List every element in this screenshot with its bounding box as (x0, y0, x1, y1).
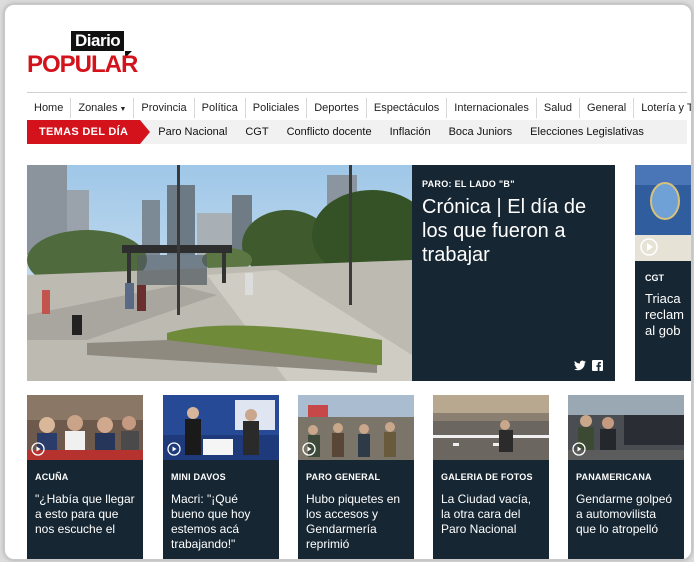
nav-item-internacionales[interactable]: Internacionales (447, 98, 537, 118)
card-photo (433, 395, 549, 460)
news-card[interactable]: PARO GENERAL Hubo piquetes en los acceso… (298, 395, 414, 559)
hero-card[interactable]: PARO: EL LADO "B" Crónica | El día de lo… (27, 165, 615, 381)
temas-bar: TEMAS DEL DÍA Paro Nacional CGT Conflict… (27, 120, 687, 144)
tema-link[interactable]: Paro Nacional (158, 126, 227, 138)
nav-item-policiales[interactable]: Policiales (246, 98, 308, 118)
peek-photo (635, 165, 691, 261)
nav-label: Lotería y Turf (641, 102, 691, 114)
nav-label: Provincia (141, 102, 187, 114)
nav-item-espectaculos[interactable]: Espectáculos (367, 98, 448, 118)
video-play-icon[interactable] (167, 442, 181, 456)
twitter-icon[interactable] (574, 360, 586, 371)
carousel-next-card[interactable]: CGT Triaca reclam al gob (635, 165, 691, 381)
nav-label: Policiales (252, 102, 300, 114)
card-kicker: ACUÑA (35, 472, 69, 482)
card-title[interactable]: Macri: "¡Qué bueno que hoy estemos acá t… (171, 492, 271, 552)
peek-title-line: Triaca (645, 291, 681, 306)
card-photo (163, 395, 279, 460)
logo-popular-text: POPULAR (27, 51, 138, 78)
nav-item-loteria[interactable]: Lotería y Turf (634, 98, 691, 118)
hero-kicker: PARO: EL LADO "B" (422, 179, 515, 189)
nav-label: Deportes (314, 102, 359, 114)
card-title[interactable]: La Ciudad vacía, la otra cara del Paro N… (441, 492, 541, 537)
nav-item-deportes[interactable]: Deportes (307, 98, 367, 118)
nav-item-home[interactable]: Home (27, 98, 72, 118)
nav-item-zonales[interactable]: Zonales ▼ (71, 98, 135, 118)
news-cards-row: ACUÑA "¿Había que llegar a esto para que… (27, 395, 691, 559)
nav-label: Política (201, 102, 238, 114)
card-title[interactable]: Gendarme golpeó a automovilista que lo a… (576, 492, 676, 537)
news-card[interactable]: ACUÑA "¿Había que llegar a esto para que… (27, 395, 143, 559)
hero-title[interactable]: Crónica | El día de los que fueron a tra… (422, 195, 605, 267)
nav-label: Espectáculos (373, 102, 440, 114)
temas-label: TEMAS DEL DÍA (27, 120, 151, 144)
tema-link[interactable]: Conflicto docente (287, 126, 372, 138)
card-photo (298, 395, 414, 460)
nav-item-salud[interactable]: Salud (537, 98, 581, 118)
nav-label: Internacionales (454, 102, 529, 114)
card-kicker: MINI DAVOS (171, 472, 226, 482)
nav-item-general[interactable]: General (580, 98, 635, 118)
video-play-icon[interactable] (31, 442, 45, 456)
video-play-icon[interactable] (302, 442, 316, 456)
tema-link[interactable]: Boca Juniors (449, 126, 513, 138)
card-kicker: PARO GENERAL (306, 472, 381, 482)
card-photo (27, 395, 143, 460)
hero-photo (27, 165, 412, 381)
nav-label: Home (34, 102, 64, 114)
news-card[interactable]: PANAMERICANA Gendarme golpeó a automovil… (568, 395, 684, 559)
facebook-icon[interactable] (592, 360, 603, 371)
tema-link[interactable]: Inflación (390, 126, 431, 138)
card-photo (568, 395, 684, 460)
nav-label: General (587, 102, 627, 114)
nav-label: Salud (543, 102, 573, 114)
share-icons (574, 360, 603, 371)
caret-down-icon: ▼ (119, 106, 127, 113)
tema-link[interactable]: CGT (245, 126, 268, 138)
browser-frame: Diario POPULAR Home Zonales ▼ Provincia P… (4, 4, 692, 560)
nav-label: Zonales (78, 102, 118, 114)
nav-item-provincia[interactable]: Provincia (134, 98, 195, 118)
peek-kicker: CGT (645, 273, 664, 283)
hero-text-panel: PARO: EL LADO "B" Crónica | El día de lo… (412, 165, 615, 381)
news-card[interactable]: GALERIA DE FOTOS La Ciudad vacía, la otr… (433, 395, 549, 559)
logo-diario-text: Diario (71, 31, 125, 51)
news-card[interactable]: MINI DAVOS Macri: "¡Qué bueno que hoy es… (163, 395, 279, 559)
peek-title-line: al gob (645, 323, 681, 338)
temas-list: Paro Nacional CGT Conflicto docente Infl… (158, 126, 662, 138)
video-play-icon[interactable] (572, 442, 586, 456)
site-logo[interactable]: Diario POPULAR (27, 31, 147, 79)
card-kicker: PANAMERICANA (576, 472, 652, 482)
peek-title-line: reclam (645, 307, 685, 322)
tema-link[interactable]: Elecciones Legislativas (530, 126, 644, 138)
nav-item-politica[interactable]: Política (195, 98, 246, 118)
card-title[interactable]: "¿Había que llegar a esto para que nos e… (35, 492, 135, 537)
card-title[interactable]: Hubo piquetes en los accesos y Gendarmer… (306, 492, 406, 552)
peek-title: Triaca reclam al gob (645, 291, 691, 339)
card-kicker: GALERIA DE FOTOS (441, 472, 533, 482)
